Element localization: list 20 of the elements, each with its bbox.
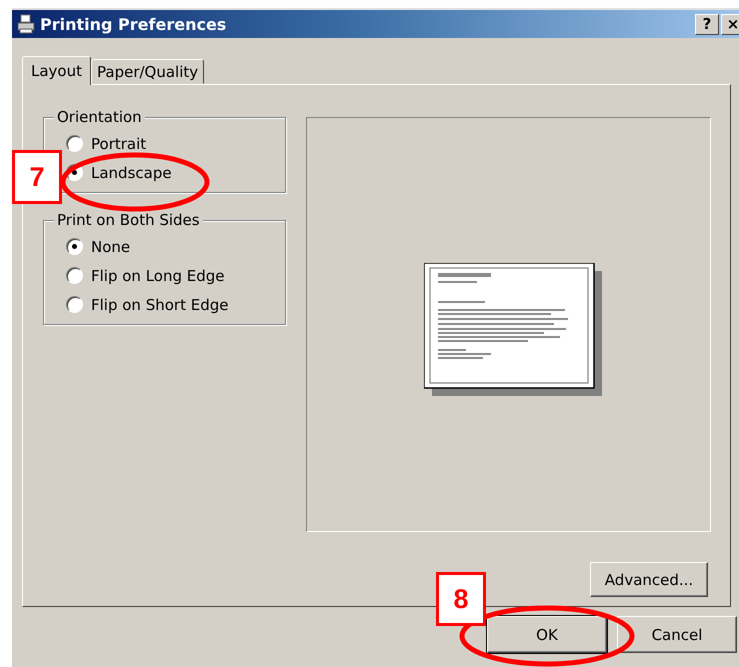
radio-button[interactable]	[66, 267, 83, 284]
radio-label[interactable]: Flip on Short Edge	[91, 294, 228, 314]
radio-button[interactable]	[66, 135, 83, 152]
callout-number: 7	[12, 150, 62, 204]
ok-button[interactable]: OK	[487, 616, 607, 653]
radio-label[interactable]: Landscape	[91, 162, 172, 182]
close-button[interactable]: ×	[721, 14, 739, 34]
radio-label[interactable]: Portrait	[91, 134, 146, 154]
advanced-button[interactable]: Advanced...	[590, 562, 708, 597]
radio-label[interactable]: None	[91, 236, 130, 256]
printer-icon	[16, 14, 36, 34]
callout-number: 8	[436, 572, 486, 626]
radio-button[interactable]	[66, 296, 83, 313]
tab[interactable]: Layout	[22, 56, 91, 85]
cancel-button[interactable]: Cancel	[617, 616, 737, 653]
tab[interactable]: Paper/Quality	[91, 59, 204, 84]
radio-button[interactable]	[66, 238, 83, 255]
help-button[interactable]: ?	[695, 14, 719, 34]
window-title: Printing Preferences	[40, 14, 226, 34]
radio-label[interactable]: Flip on Long Edge	[91, 266, 225, 286]
